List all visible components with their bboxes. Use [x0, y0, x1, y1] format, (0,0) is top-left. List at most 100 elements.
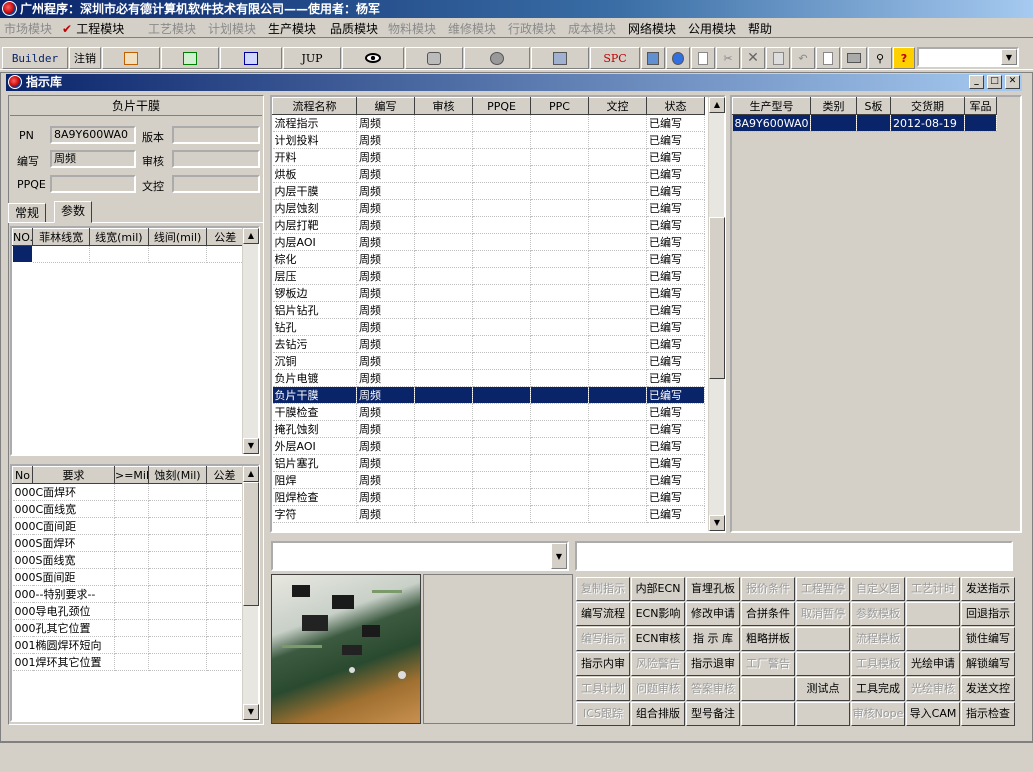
toolbar-combo[interactable]: ▼: [917, 47, 1019, 67]
table-row[interactable]: 掩孔蚀刻 周频 已编写: [272, 420, 705, 438]
menu-item-4[interactable]: 生产模块: [268, 20, 316, 37]
action-button[interactable]: 锁住编写: [961, 627, 1015, 651]
empty-button[interactable]: [796, 652, 850, 676]
maximize-button[interactable]: □: [987, 75, 1002, 89]
table-row[interactable]: 铝片钻孔 周频 已编写: [272, 301, 705, 319]
delete-icon[interactable]: ✕: [741, 47, 765, 69]
table-row[interactable]: 内层蚀刻 周频 已编写: [272, 199, 705, 217]
req-col-requirement[interactable]: 要求: [32, 466, 115, 484]
database-icon[interactable]: [405, 47, 463, 69]
table-row[interactable]: 外层AOI 周频 已编写: [272, 437, 705, 455]
scroll-down-icon[interactable]: ▼: [243, 704, 259, 720]
scroll-down-icon[interactable]: ▼: [243, 438, 259, 454]
table-row[interactable]: 000导电孔颈位: [12, 602, 243, 620]
flow-col-1[interactable]: 编写: [356, 97, 415, 115]
flow-col-6[interactable]: 状态: [646, 97, 705, 115]
table-row[interactable]: 000C面间距: [12, 517, 243, 535]
action-button[interactable]: 问题审核: [631, 677, 685, 701]
table-row[interactable]: 钻孔 周频 已编写: [272, 318, 705, 336]
table-row[interactable]: 001焊环其它位置: [12, 653, 243, 671]
action-button[interactable]: 内部ECN: [631, 577, 685, 601]
table-row[interactable]: 000S面焊环: [12, 534, 243, 552]
flow-col-4[interactable]: PPC: [530, 97, 589, 115]
help-icon[interactable]: ?: [893, 47, 915, 69]
table-row[interactable]: 负片干膜 周频 已编写: [272, 386, 705, 404]
table-row[interactable]: 开料 周频 已编写: [272, 148, 705, 166]
table-row[interactable]: 001椭圆焊环短向: [12, 636, 243, 654]
menu-item-12[interactable]: 帮助: [748, 20, 772, 37]
action-button[interactable]: 复制指示: [576, 577, 630, 601]
product-col-0[interactable]: 生产型号: [732, 97, 811, 115]
print-icon[interactable]: [841, 47, 867, 69]
action-button[interactable]: 指 示 库: [686, 627, 740, 651]
product-col-3[interactable]: 交货期: [890, 97, 965, 115]
table-row[interactable]: 000S面线宽: [12, 551, 243, 569]
action-button[interactable]: 导入CAM: [906, 702, 960, 726]
table-row[interactable]: 沉铜 周频 已编写: [272, 352, 705, 370]
menu-item-2[interactable]: 工艺模块: [148, 20, 196, 37]
menu-item-3[interactable]: 计划模块: [208, 20, 256, 37]
calculator-icon[interactable]: [641, 47, 665, 69]
chevron-down-icon[interactable]: ▼: [1001, 49, 1017, 65]
table-row[interactable]: 000C面线宽: [12, 500, 243, 518]
req-col-etch-mil[interactable]: 蚀刻(Mil): [148, 466, 207, 484]
product-col-1[interactable]: 类别: [810, 97, 857, 115]
scroll-thumb[interactable]: [709, 217, 725, 379]
action-button[interactable]: 解锁编写: [961, 652, 1015, 676]
req-col-min-mil[interactable]: >=Mil: [114, 466, 149, 484]
action-button[interactable]: 发送文控: [961, 677, 1015, 701]
action-button[interactable]: 参数模板: [851, 602, 905, 626]
ppqe-field[interactable]: [50, 175, 136, 193]
builder-button[interactable]: Builder: [2, 47, 68, 69]
flow-scrollbar[interactable]: ▲ ▼: [708, 97, 725, 531]
find-icon[interactable]: ⚲: [868, 47, 892, 69]
param-col-film-width[interactable]: 菲林线宽: [32, 228, 90, 246]
action-button[interactable]: 流程模板: [851, 627, 905, 651]
step-combo[interactable]: ▼: [271, 541, 569, 571]
requirement-scrollbar[interactable]: ▲ ▼: [242, 466, 259, 720]
flow-col-2[interactable]: 审核: [414, 97, 473, 115]
flow-col-3[interactable]: PPQE: [472, 97, 531, 115]
doc-control-field[interactable]: [172, 175, 260, 193]
table-row[interactable]: 000--特别要求--: [12, 585, 243, 603]
action-button[interactable]: 粗略拼板: [741, 627, 795, 651]
scroll-thumb[interactable]: [243, 482, 259, 606]
table-row[interactable]: [11, 245, 244, 263]
action-button[interactable]: 指示退审: [686, 652, 740, 676]
menu-item-0[interactable]: 市场模块: [4, 20, 52, 37]
param-col-line-width[interactable]: 线宽(mil): [88, 228, 149, 246]
word-icon[interactable]: [220, 47, 282, 69]
pn-field[interactable]: 8A9Y600WA0: [50, 126, 136, 144]
computer-icon[interactable]: [531, 47, 589, 69]
action-button[interactable]: 工艺计时: [906, 577, 960, 601]
save-icon[interactable]: [766, 47, 790, 69]
menu-item-8[interactable]: 行政模块: [508, 20, 556, 37]
menu-item-6[interactable]: 物料模块: [388, 20, 436, 37]
network-icon[interactable]: [464, 47, 530, 69]
action-button[interactable]: 光绘审核: [906, 677, 960, 701]
note-input[interactable]: [575, 541, 1013, 571]
action-button[interactable]: 答案审核: [686, 677, 740, 701]
req-col-tolerance[interactable]: 公差: [206, 466, 243, 484]
minimize-button[interactable]: _: [969, 75, 984, 89]
action-button[interactable]: 报价条件: [741, 577, 795, 601]
table-row[interactable]: 负片电镀 周频 已编写: [272, 369, 705, 387]
action-button[interactable]: 指示内审: [576, 652, 630, 676]
menu-item-1[interactable]: ✔ 工程模块: [62, 20, 124, 37]
review-field[interactable]: [172, 150, 260, 168]
action-button[interactable]: 工厂警告: [741, 652, 795, 676]
action-button[interactable]: 工具完成: [851, 677, 905, 701]
powerpoint-icon[interactable]: [102, 47, 160, 69]
menu-item-9[interactable]: 成本模块: [568, 20, 616, 37]
action-button[interactable]: 组合排版: [631, 702, 685, 726]
table-row[interactable]: 阻焊检查 周频 已编写: [272, 488, 705, 506]
table-row[interactable]: 000孔其它位置: [12, 619, 243, 637]
scroll-up-icon[interactable]: ▲: [709, 97, 725, 113]
eye-icon[interactable]: [342, 47, 404, 69]
writer-field[interactable]: 周频: [50, 150, 136, 168]
flow-col-0[interactable]: 流程名称: [272, 97, 357, 115]
action-button[interactable]: ECN影响: [631, 602, 685, 626]
action-button[interactable]: 编写指示: [576, 627, 630, 651]
param-col-no[interactable]: NO.: [11, 228, 34, 246]
menu-item-10[interactable]: 网络模块: [628, 20, 676, 37]
